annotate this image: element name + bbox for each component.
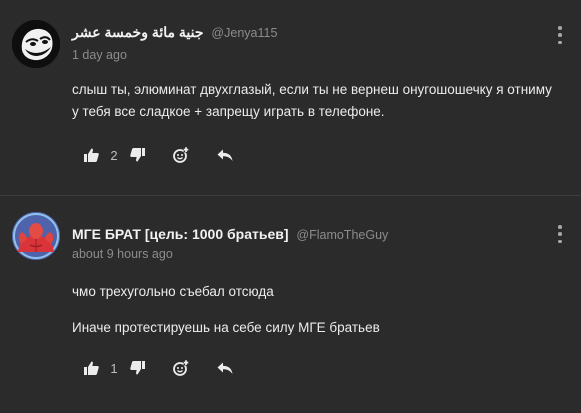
comment-actions: 1 [82,359,234,377]
comment-header: جنية مائة وخمسة عشر @Jenya115 [72,24,277,41]
thumbs-up-icon[interactable] [82,146,100,164]
reply-icon[interactable] [216,359,234,377]
add-reaction-icon[interactable] [172,359,190,377]
avatar[interactable] [12,212,60,260]
like-count: 1 [110,360,118,376]
comment-text: слыш ты, элюминат двухглазый, если ты не… [72,82,552,119]
thumbs-up-icon[interactable] [82,359,100,377]
avatar[interactable] [12,20,60,68]
author-handle[interactable]: @Jenya115 [211,26,277,40]
author-name[interactable]: МГЕ БРАТ [цель: 1000 братьев] [72,226,289,242]
comment-text: Иначе протестируешь на себе силу МГЕ бра… [72,320,380,335]
reply-icon[interactable] [216,146,234,164]
troll-face-avatar-image [12,20,60,68]
like-count: 2 [110,147,118,163]
timestamp[interactable]: about 9 hours ago [72,247,173,261]
thumbs-down-icon[interactable] [128,359,146,377]
thumbs-down-icon[interactable] [128,146,146,164]
timestamp[interactable]: 1 day ago [72,48,127,62]
author-handle[interactable]: @FlamoTheGuy [296,228,388,242]
divider [0,195,581,196]
comment-actions: 2 [82,146,234,164]
comment-1: جنية مائة وخمسة عشر @Jenya115 1 day ago … [0,0,581,196]
comment-body: слыш ты, элюминат двухглазый, если ты не… [72,79,552,123]
more-options-icon[interactable] [555,225,565,243]
add-reaction-icon[interactable] [172,146,190,164]
more-options-icon[interactable] [555,26,565,44]
comment-text: чмо трехугольно съебал отсюда [72,284,274,299]
comment-body: чмо трехугольно съебал отсюда Иначе прот… [72,281,552,339]
mge-bro-avatar-image [12,212,60,260]
author-name[interactable]: جنية مائة وخمسة عشر [72,24,204,40]
comment-header: МГЕ БРАТ [цель: 1000 братьев] @FlamoTheG… [72,226,388,242]
